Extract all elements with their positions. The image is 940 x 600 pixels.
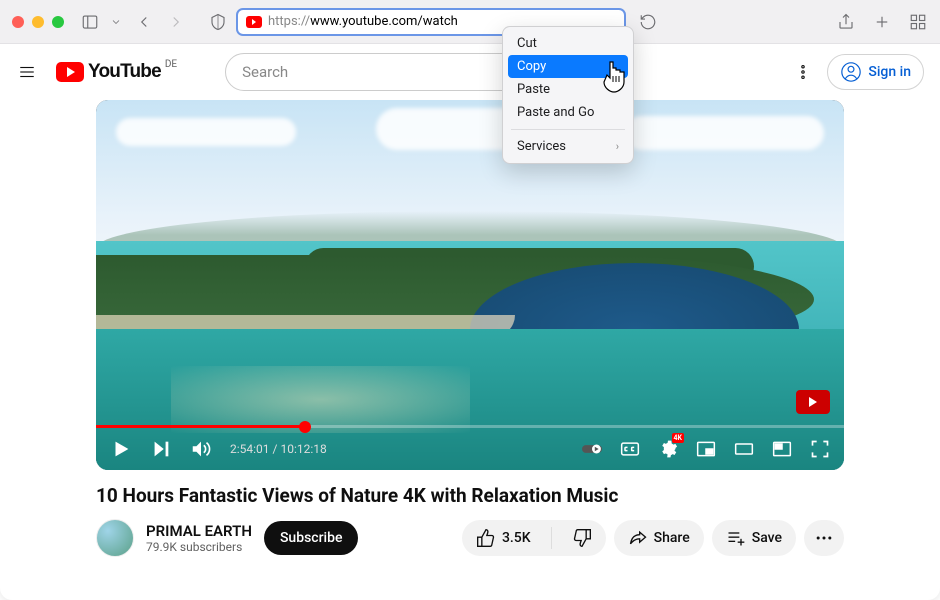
minimize-window-button[interactable]	[32, 16, 44, 28]
pip-button[interactable]	[772, 439, 792, 459]
fullscreen-button[interactable]	[810, 439, 830, 459]
youtube-logo[interactable]: YouTube DE	[56, 61, 177, 83]
video-thumbnail	[96, 100, 844, 470]
context-menu-cut[interactable]: Cut	[503, 32, 633, 55]
youtube-favicon-icon	[246, 16, 262, 28]
subscribe-button[interactable]: Subscribe	[264, 521, 359, 555]
channel-avatar[interactable]	[96, 519, 134, 557]
youtube-wordmark: YouTube	[88, 61, 161, 83]
context-menu-services[interactable]: Services ›	[503, 135, 633, 158]
thumbs-down-icon	[572, 528, 592, 548]
subscriber-count: 79.9K subscribers	[146, 540, 252, 554]
maximize-window-button[interactable]	[52, 16, 64, 28]
playlist-add-icon	[726, 528, 746, 548]
channel-watermark-icon[interactable]	[796, 390, 830, 414]
reload-button[interactable]	[638, 12, 658, 32]
quality-badge: 4K	[672, 433, 684, 443]
miniplayer-button[interactable]	[696, 439, 716, 459]
back-button[interactable]	[134, 12, 154, 32]
save-button[interactable]: Save	[712, 520, 796, 556]
like-button[interactable]: 3.5K	[462, 520, 545, 556]
player-area: 2:54:01 / 10:12:18 4K	[0, 100, 940, 470]
country-code: DE	[165, 59, 177, 70]
privacy-shield-icon[interactable]	[208, 12, 228, 32]
tab-overview-icon[interactable]	[908, 12, 928, 32]
search-placeholder: Search	[242, 63, 288, 81]
hamburger-menu-icon[interactable]	[16, 61, 38, 83]
channel-block[interactable]: PRIMAL EARTH 79.9K subscribers	[96, 519, 252, 557]
theater-button[interactable]	[734, 439, 754, 459]
signin-button[interactable]: Sign in	[827, 54, 924, 90]
video-title: 10 Hours Fantastic Views of Nature 4K wi…	[96, 484, 844, 507]
share-arrow-icon	[628, 528, 648, 548]
context-menu-separator	[511, 129, 625, 130]
browser-toolbar: https://www.youtube.com/watch	[0, 0, 940, 44]
player-controls: 2:54:01 / 10:12:18 4K	[96, 428, 844, 470]
context-menu: Cut Copy Paste Paste and Go Services ›	[502, 26, 634, 164]
dots-horizontal-icon	[814, 528, 834, 548]
captions-button[interactable]	[620, 439, 640, 459]
settings-button[interactable]: 4K	[658, 439, 678, 459]
next-button[interactable]	[150, 438, 172, 460]
context-menu-paste-go[interactable]: Paste and Go	[503, 101, 633, 124]
chevron-down-icon[interactable]	[110, 12, 122, 32]
time-display: 2:54:01 / 10:12:18	[230, 442, 327, 456]
play-button[interactable]	[110, 438, 132, 460]
video-info: 10 Hours Fantastic Views of Nature 4K wi…	[0, 470, 940, 557]
youtube-logo-icon	[56, 62, 84, 82]
volume-button[interactable]	[190, 438, 212, 460]
new-tab-button[interactable]	[872, 12, 892, 32]
close-window-button[interactable]	[12, 16, 24, 28]
like-dislike-group: 3.5K	[462, 520, 606, 556]
autoplay-toggle[interactable]	[582, 439, 602, 459]
cursor-pointer-icon	[600, 60, 628, 94]
url-text: https://www.youtube.com/watch	[268, 14, 458, 29]
user-icon	[840, 61, 862, 83]
more-actions-button[interactable]	[804, 520, 844, 556]
share-button[interactable]: Share	[614, 520, 704, 556]
video-player[interactable]: 2:54:01 / 10:12:18 4K	[96, 100, 844, 470]
window-controls	[12, 16, 64, 28]
thumbs-up-icon	[476, 528, 496, 548]
sidebar-toggle-icon[interactable]	[80, 12, 100, 32]
search-input[interactable]: Search	[225, 53, 537, 91]
share-icon[interactable]	[836, 12, 856, 32]
forward-button[interactable]	[166, 12, 186, 32]
channel-name[interactable]: PRIMAL EARTH	[146, 522, 252, 540]
settings-menu-icon[interactable]	[793, 62, 813, 82]
youtube-masthead: YouTube DE Search Sign in	[0, 44, 940, 100]
dislike-button[interactable]	[558, 520, 606, 556]
chevron-right-icon: ›	[616, 140, 619, 153]
